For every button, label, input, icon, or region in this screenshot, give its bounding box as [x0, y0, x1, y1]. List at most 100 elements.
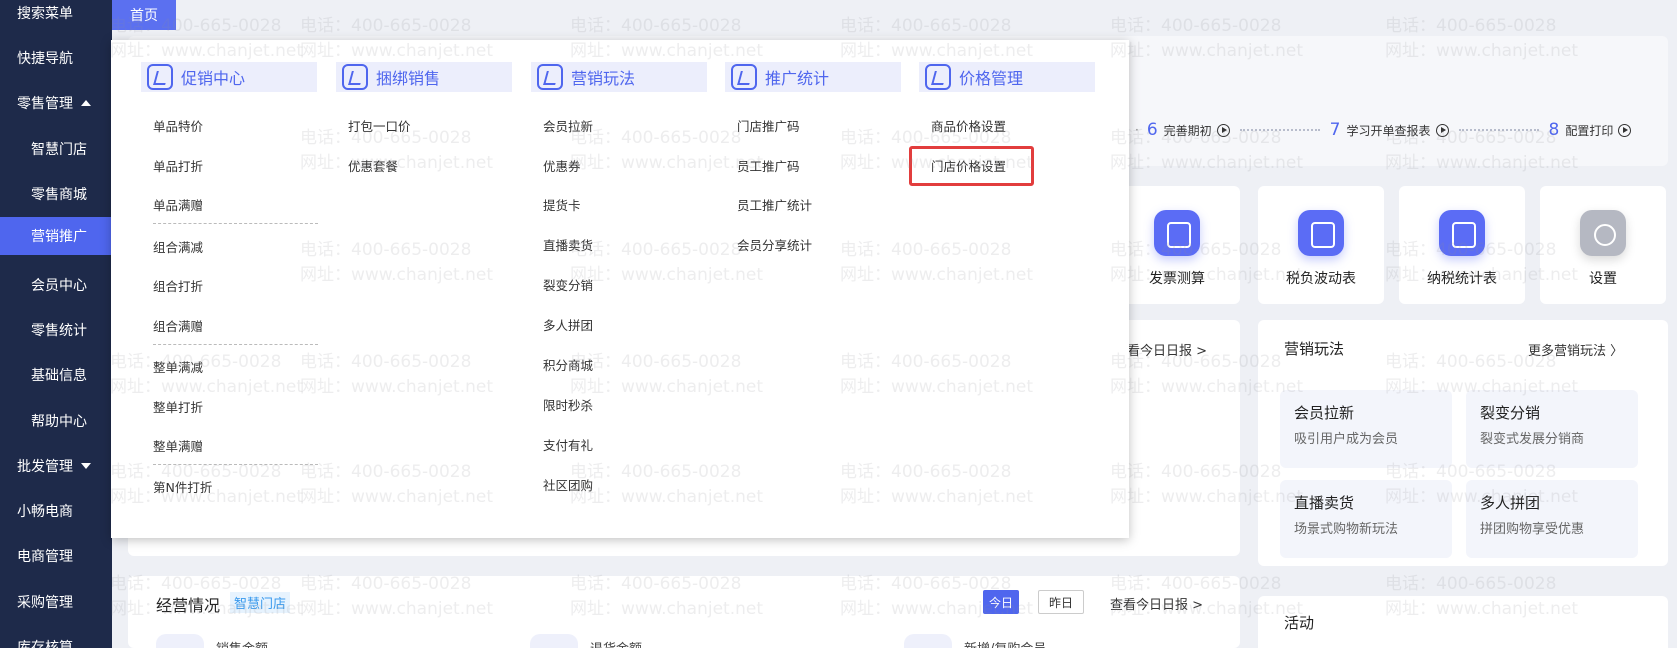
sidebar-item-label: 智慧门店 [31, 141, 87, 158]
menu-column-marketing-play: 营销玩法 会员拉新 优惠券 提货卡 直播卖货 裂变分销 多人拼团 积分商城 限时… [531, 62, 707, 493]
step-label[interactable]: 配置打印 [1565, 122, 1613, 139]
menu-column-header: 捆绑销售 [336, 62, 512, 92]
menu-column-header: 促销中心 [141, 62, 317, 92]
yesterday-button[interactable]: 昨日 [1038, 590, 1084, 614]
sidebar-item-retail-mall[interactable]: 零售商城 [0, 171, 112, 216]
menu-item[interactable]: 组合满赠 [153, 316, 203, 335]
chevron-up-icon [81, 99, 91, 106]
menu-item[interactable]: 会员分享统计 [737, 235, 812, 254]
activity-panel: 活动 [1258, 596, 1668, 648]
sidebar-item-label: 搜索菜单 [17, 5, 73, 22]
step-divider [1458, 129, 1539, 131]
menu-item[interactable]: 社区团购 [543, 475, 593, 494]
metric-label: 新增/复购会员 [964, 638, 1046, 648]
sidebar-item-label: 帮助中心 [31, 413, 87, 430]
onboarding-steps: · 6 完善期初 7 学习开单查报表 8 配置打印 [1135, 120, 1632, 140]
tab-home[interactable]: 首页 [112, 0, 176, 30]
play-icon[interactable] [1618, 123, 1632, 137]
marketing-card[interactable]: 裂变分销 裂变式发展分销商 [1466, 390, 1638, 468]
sidebar-item-marketing[interactable]: 营销推广 [0, 217, 112, 255]
menu-column-bundle: 捆绑销售 打包一口价 优惠套餐 [336, 62, 512, 174]
sidebar-item-basic-info[interactable]: 基础信息 [0, 352, 112, 397]
menu-item[interactable]: 会员拉新 [543, 116, 593, 135]
marketing-title: 营销玩法 [1284, 340, 1345, 358]
card-title: 多人拼团 [1480, 494, 1541, 512]
tool-label: 发票测算 [1149, 271, 1205, 287]
menu-item[interactable]: 员工推广码 [737, 156, 800, 175]
menu-item[interactable]: 组合打折 [153, 276, 203, 295]
sidebar-item-search-menu[interactable]: 搜索菜单 [0, 0, 112, 35]
sidebar-item-member-center[interactable]: 会员中心 [0, 262, 112, 307]
menu-item[interactable]: 优惠套餐 [348, 156, 398, 175]
menu-item[interactable]: 多人拼团 [543, 315, 593, 334]
sidebar-item-label: 零售管理 [17, 95, 73, 112]
sidebar-item-retail-stats[interactable]: 零售统计 [0, 307, 112, 352]
sidebar-item-label: 基础信息 [31, 367, 87, 384]
sidebar-item-ecommerce[interactable]: 电商管理 [0, 533, 112, 578]
sidebar-item-label: 零售商城 [31, 186, 87, 203]
marketing-card[interactable]: 会员拉新 吸引用户成为会员 [1280, 390, 1452, 468]
step-label[interactable]: 完善期初 [1164, 122, 1212, 139]
sidebar-item-label: 营销推广 [31, 229, 87, 245]
sidebar-item-label: 采购管理 [17, 594, 73, 611]
metric-label: 退货金额 [590, 638, 642, 648]
tool-settings[interactable]: 设置 [1540, 186, 1666, 304]
sidebar-item-quick-nav[interactable]: 快捷导航 [0, 35, 112, 80]
menu-item[interactable]: 限时秒杀 [543, 395, 593, 414]
menu-item[interactable]: 优惠券 [543, 156, 581, 175]
view-daily-report-link[interactable]: 查看今日日报 > [1110, 594, 1203, 613]
today-button[interactable]: 今日 [983, 590, 1019, 614]
play-icon[interactable] [1216, 123, 1230, 137]
view-daily-report-link[interactable]: 看今日日报 > [1127, 340, 1207, 359]
sidebar-item-wholesale[interactable]: 批发管理 [0, 443, 112, 488]
marketing-panel: 营销玩法 更多营销玩法 〉 会员拉新 吸引用户成为会员 裂变分销 裂变式发展分销… [1258, 320, 1668, 566]
menu-item[interactable]: 积分商城 [543, 355, 593, 374]
menu-column-title: 价格管理 [959, 69, 1024, 88]
tool-label: 税负波动表 [1286, 271, 1356, 287]
marketing-card[interactable]: 直播卖货 场景式购物新玩法 [1280, 480, 1452, 558]
menu-item[interactable]: 打包一口价 [348, 116, 411, 135]
promotion-icon [147, 64, 173, 90]
tool-invoice-estimate[interactable]: 发票测算 [1114, 186, 1240, 304]
tool-label: 设置 [1589, 271, 1617, 287]
menu-item[interactable]: 整单满赠 [153, 436, 203, 455]
sidebar-item-help-center[interactable]: 帮助中心 [0, 398, 112, 443]
menu-item-product-price[interactable]: 商品价格设置 [931, 116, 1006, 135]
menu-column-title: 推广统计 [765, 69, 830, 88]
menu-item[interactable]: 裂变分销 [543, 275, 593, 294]
menu-column-title: 促销中心 [181, 69, 246, 88]
menu-item[interactable]: 组合满减 [153, 237, 203, 256]
tool-tax-statistics[interactable]: 纳税统计表 [1399, 186, 1525, 304]
sidebar-item-inventory[interactable]: 库存核算 [0, 624, 112, 648]
menu-item[interactable]: 单品满赠 [153, 195, 203, 214]
tool-tax-fluctuation[interactable]: 税负波动表 [1258, 186, 1384, 304]
sidebar-item-xiaochang-ecommerce[interactable]: 小畅电商 [0, 488, 112, 533]
marketing-icon [537, 64, 563, 90]
menu-item[interactable]: 直播卖货 [543, 235, 593, 254]
marketing-card[interactable]: 多人拼团 拼团购物享受优惠 [1466, 480, 1638, 558]
menu-item[interactable]: 第N件打折 [153, 477, 212, 496]
step-label[interactable]: 学习开单查报表 [1347, 122, 1431, 139]
sidebar: 搜索菜单 快捷导航 零售管理 智慧门店 零售商城 营销推广 会员中心 零售统计 … [0, 0, 112, 648]
menu-item[interactable]: 整单打折 [153, 397, 203, 416]
chart-icon [1298, 210, 1344, 256]
menu-item[interactable]: 支付有礼 [543, 435, 593, 454]
sidebar-item-retail[interactable]: 零售管理 [0, 80, 112, 125]
play-icon[interactable] [1435, 123, 1449, 137]
sidebar-item-purchase[interactable]: 采购管理 [0, 579, 112, 624]
menu-item[interactable]: 员工推广统计 [737, 195, 812, 214]
menu-item[interactable]: 提货卡 [543, 195, 581, 214]
menu-item[interactable]: 单品特价 [153, 116, 203, 135]
step-number: 7 [1329, 120, 1341, 140]
menu-column-price: 价格管理 商品价格设置 门店价格设置 [919, 62, 1095, 174]
sidebar-item-smart-store[interactable]: 智慧门店 [0, 126, 112, 171]
menu-column-promotion: 促销中心 单品特价 单品打折 单品满赠 组合满减 组合打折 组合满赠 整单满减 … [141, 62, 318, 495]
menu-item[interactable]: 门店推广码 [737, 116, 800, 135]
menu-item[interactable]: 单品打折 [153, 156, 203, 175]
menu-column-promotion-stats: 推广统计 门店推广码 员工推广码 员工推广统计 会员分享统计 [725, 62, 901, 253]
menu-column-header: 推广统计 [725, 62, 901, 92]
more-marketing-link[interactable]: 更多营销玩法 〉 [1528, 340, 1623, 359]
card-title: 直播卖货 [1294, 494, 1355, 512]
menu-item[interactable]: 整单满减 [153, 357, 203, 376]
metric-icon [530, 634, 578, 648]
